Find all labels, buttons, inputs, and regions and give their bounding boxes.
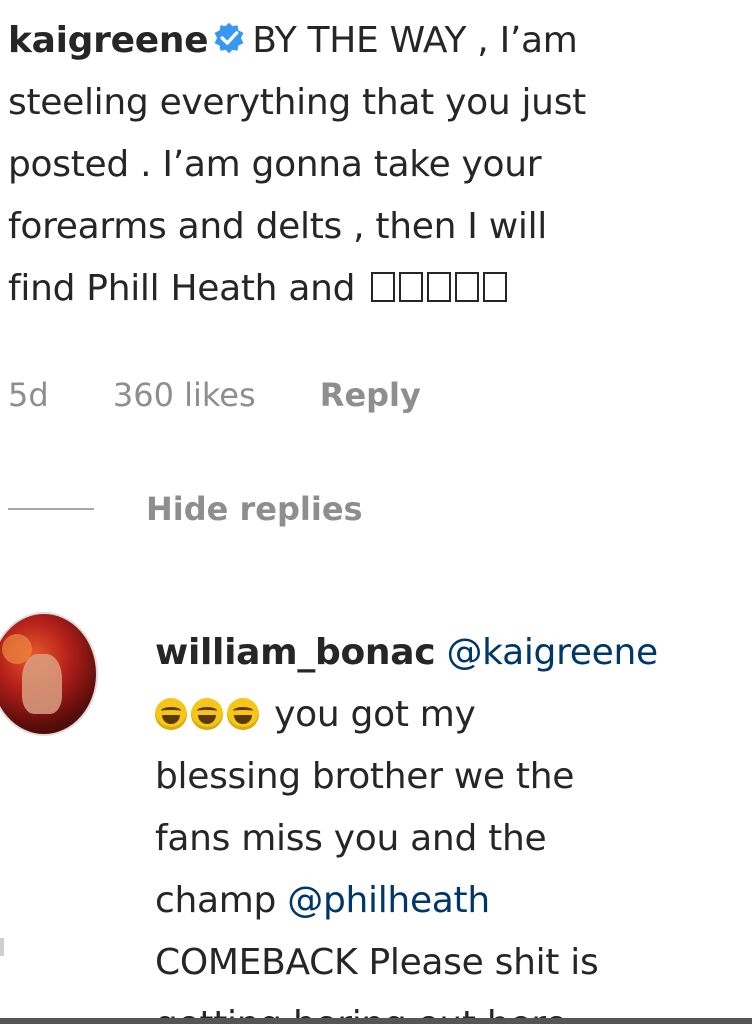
avatar-figure — [22, 654, 62, 714]
comment-text-line-3: posted . I’am gonna take your — [8, 144, 542, 185]
hide-replies-toggle[interactable]: Hide replies — [8, 490, 363, 528]
missing-emoji-icon — [483, 272, 508, 302]
reply-text-line-4: fans miss you and the — [155, 818, 547, 859]
laughing-emoji-icon — [191, 698, 223, 730]
missing-emoji-icon — [399, 272, 424, 302]
reply-button[interactable]: Reply — [320, 376, 421, 414]
main-comment: kaigreene BY THE WAY , I’am steeling eve… — [8, 10, 728, 320]
reply-mention-kaigreene[interactable]: @kaigreene — [446, 632, 658, 673]
reply-text-line-3: blessing brother we the — [155, 756, 575, 797]
reply-text-line-2: you got my — [274, 694, 476, 735]
reply-line-5: champ @philheath — [155, 870, 735, 932]
hide-replies-label: Hide replies — [146, 490, 363, 528]
reply-line-7: getting boring out here — [155, 994, 735, 1020]
comment-text-line-4: forearms and delts , then I will — [8, 206, 547, 247]
comment-text-line-5: find Phill Heath and — [8, 268, 356, 309]
comment-line-5: find Phill Heath and — [8, 258, 728, 320]
reply-mention-philheath[interactable]: @philheath — [287, 880, 490, 921]
verified-badge-icon — [214, 22, 244, 54]
reply-text-line-5: champ — [155, 880, 277, 921]
comment-meta: 5d 360 likes Reply — [8, 376, 475, 414]
laughing-emoji-icon — [227, 698, 259, 730]
divider-line — [8, 508, 94, 510]
comments-view: kaigreene BY THE WAY , I’am steeling eve… — [0, 0, 752, 1024]
missing-emoji-icon — [455, 272, 480, 302]
reply-text-line-6: COMEBACK Please shit is — [155, 942, 599, 983]
avatar[interactable] — [0, 612, 98, 736]
reply-username[interactable]: william_bonac — [155, 632, 436, 673]
reply-line-1: william_bonac @kaigreene — [155, 622, 735, 684]
comment-line-1: kaigreene BY THE WAY , I’am — [8, 10, 728, 72]
comment-username[interactable]: kaigreene — [8, 20, 209, 61]
bottom-edge-bar — [0, 1018, 752, 1024]
comment-text-line-1: BY THE WAY , I’am — [252, 20, 578, 61]
missing-emoji-icon — [427, 272, 452, 302]
edge-artifact — [0, 938, 4, 956]
missing-emoji-icon — [371, 272, 396, 302]
laughing-emoji-icon — [155, 698, 187, 730]
comment-time: 5d — [8, 376, 49, 414]
comment-text-line-2: steeling everything that you just — [8, 82, 586, 123]
comment-likes[interactable]: 360 likes — [113, 376, 256, 414]
reply-line-2: you got my — [155, 684, 735, 746]
reply-comment: william_bonac @kaigreene you got my bles… — [155, 622, 735, 1020]
